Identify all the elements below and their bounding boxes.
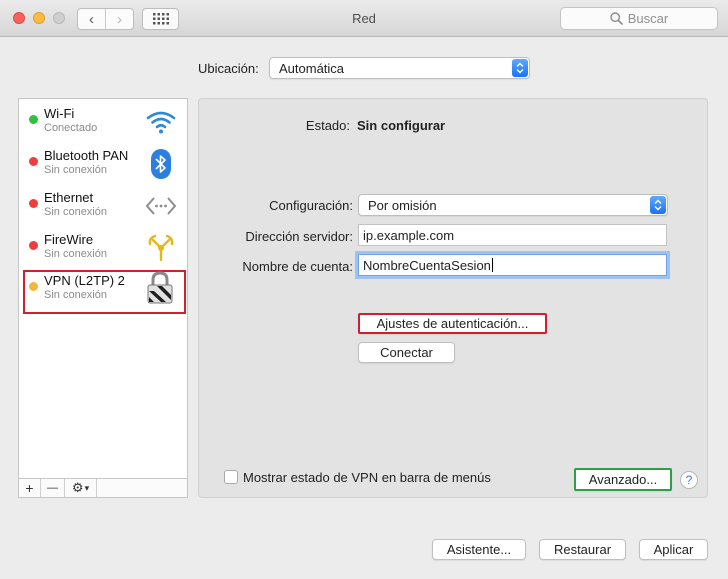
status-value: Sin configurar (357, 118, 446, 133)
location-label: Ubicación: (198, 61, 259, 76)
service-list-toolbar: + — ⚙ ▾ (18, 478, 188, 498)
location-value: Automática (279, 61, 345, 76)
server-address-label: Dirección servidor: (245, 229, 353, 244)
advanced-button[interactable]: Avanzado... (574, 468, 672, 491)
status-dot (29, 115, 38, 124)
popup-arrows-icon (512, 59, 528, 77)
search-field[interactable]: Buscar (560, 7, 718, 30)
service-item-vpn-l2tp-2[interactable]: VPN (L2TP) 2 Sin conexión (23, 270, 186, 314)
bluetooth-icon (144, 148, 178, 180)
service-actions-menu[interactable]: ⚙ ▾ (65, 479, 97, 497)
remove-service-button[interactable]: — (41, 479, 65, 497)
connect-label: Conectar (380, 345, 433, 360)
help-icon: ? (685, 473, 693, 487)
service-item-wifi[interactable]: Wi-Fi Conectado (24, 104, 186, 146)
server-address-field[interactable]: ip.example.com (358, 224, 667, 246)
account-name-value: NombreCuentaSesion (363, 258, 491, 273)
search-icon (610, 12, 623, 25)
network-preferences-window: ‹ › Red Buscar Ubicación: Automática Wi-… (0, 0, 728, 579)
apply-label: Aplicar (653, 542, 694, 557)
configuration-value: Por omisión (368, 198, 437, 213)
title-bar: ‹ › Red Buscar (0, 0, 728, 37)
wifi-icon (144, 106, 178, 138)
assistant-button[interactable]: Asistente... (432, 539, 526, 560)
service-status: Sin conexión (44, 164, 107, 176)
popup-arrows-icon (650, 196, 666, 214)
configuration-label: Configuración: (269, 198, 353, 213)
show-vpn-status-label: Mostrar estado de VPN en barra de menús (243, 470, 491, 485)
authentication-settings-label: Ajustes de autenticación... (376, 316, 529, 331)
service-item-firewire[interactable]: FireWire Sin conexión (24, 230, 186, 272)
assistant-label: Asistente... (446, 542, 512, 557)
apply-button[interactable]: Aplicar (639, 539, 708, 560)
configuration-popup[interactable]: Por omisión (358, 194, 668, 216)
service-name: VPN (L2TP) 2 (44, 273, 125, 288)
account-name-label: Nombre de cuenta: (242, 259, 353, 274)
advanced-label: Avanzado... (588, 472, 658, 487)
revert-label: Restaurar (553, 542, 612, 557)
service-item-bluetooth-pan[interactable]: Bluetooth PAN Sin conexión (24, 146, 186, 188)
add-service-button[interactable]: + (19, 479, 41, 497)
service-list: Wi-Fi Conectado Bluetooth PAN Sin conexi… (18, 98, 188, 498)
ethernet-icon (144, 190, 178, 222)
vpn-detail-panel (198, 98, 708, 498)
service-name: FireWire (44, 232, 94, 247)
chevron-down-icon: ▾ (84, 482, 90, 493)
service-name: Ethernet (44, 190, 94, 205)
minus-icon: — (47, 482, 58, 494)
status-dot (29, 199, 38, 208)
revert-button[interactable]: Restaurar (539, 539, 626, 560)
service-status: Sin conexión (44, 206, 107, 218)
gear-icon: ⚙ (71, 480, 84, 495)
show-vpn-status-checkbox[interactable] (224, 470, 238, 484)
service-status: Sin conexión (44, 248, 107, 260)
firewire-icon (144, 232, 178, 264)
location-popup[interactable]: Automática (269, 57, 530, 79)
status-dot (29, 241, 38, 250)
search-placeholder: Buscar (627, 11, 669, 26)
help-button[interactable]: ? (680, 471, 698, 489)
status-dot (29, 282, 38, 291)
status-dot (29, 157, 38, 166)
text-caret (491, 258, 493, 272)
vpn-lock-icon (143, 271, 177, 304)
status-label: Estado: (305, 118, 350, 133)
connect-button[interactable]: Conectar (358, 342, 455, 363)
authentication-settings-button[interactable]: Ajustes de autenticación... (358, 313, 547, 334)
account-name-field[interactable]: NombreCuentaSesion (358, 254, 667, 276)
service-item-ethernet[interactable]: Ethernet Sin conexión (24, 188, 186, 230)
server-address-value: ip.example.com (363, 228, 455, 243)
service-status: Sin conexión (44, 289, 107, 301)
service-name: Bluetooth PAN (44, 148, 129, 163)
service-status: Conectado (44, 122, 98, 134)
plus-icon: + (25, 480, 34, 496)
service-name: Wi-Fi (44, 106, 75, 121)
